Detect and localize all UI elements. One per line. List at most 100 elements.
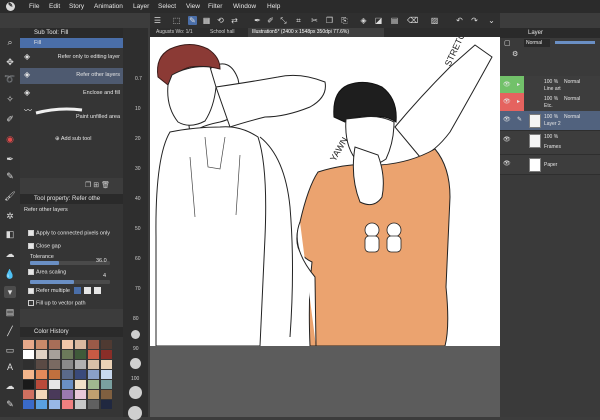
color-swatch[interactable] — [36, 370, 47, 379]
spray-tool-icon[interactable]: ✲ — [4, 210, 16, 222]
undo-icon[interactable]: ↶ — [455, 16, 464, 25]
color-swatch[interactable] — [75, 400, 86, 409]
tab-illustration[interactable]: Illustration5* (2400 x 1548px 350dpi 77.… — [248, 28, 384, 37]
layer-row-layer2[interactable]: 👁 ✎ 100 % Normal Layer 2 — [500, 111, 600, 131]
lasso-tool-icon[interactable]: ➰ — [4, 73, 16, 85]
fill-gradient-icon[interactable]: ▨ — [430, 16, 439, 25]
color-swatch[interactable] — [23, 350, 34, 359]
rotate-icon[interactable]: ⟲ — [216, 16, 225, 25]
paint-bucket-icon[interactable]: ◈ — [359, 16, 368, 25]
tab-school-hall[interactable]: School hall — [206, 28, 246, 37]
sub-tool-refer-other[interactable]: ◈ Refer other layers — [20, 68, 123, 84]
menu-layer[interactable]: Layer — [133, 3, 149, 10]
color-swatch[interactable] — [101, 340, 112, 349]
color-swatch[interactable] — [36, 400, 47, 409]
hamburger-menu-icon[interactable]: ☰ — [153, 16, 162, 25]
color-swatch[interactable] — [23, 390, 34, 399]
delete-subtool-icon[interactable]: 🗑 — [101, 182, 110, 189]
color-swatch[interactable] — [101, 360, 112, 369]
pen-icon[interactable]: ✒ — [253, 16, 262, 25]
chevron-down-icon[interactable]: ⌄ — [487, 16, 496, 25]
tab-augusts[interactable]: Augusts Wo: 1/1 — [152, 28, 204, 37]
area-scaling-checkbox[interactable]: Area scaling — [28, 269, 66, 275]
color-swatch[interactable] — [49, 350, 60, 359]
brush-size-dot[interactable] — [130, 358, 141, 369]
color-swatch[interactable] — [75, 390, 86, 399]
eyedropper-icon[interactable]: ✐ — [266, 16, 275, 25]
color-swatch[interactable] — [23, 370, 34, 379]
color-swatch[interactable] — [49, 400, 60, 409]
color-swatch[interactable] — [88, 370, 99, 379]
brush-size-dot[interactable] — [129, 386, 142, 399]
eye-icon[interactable]: 👁 — [503, 161, 511, 167]
close-gap-checkbox[interactable]: Close gap — [28, 243, 61, 249]
refer-layer-icon[interactable] — [84, 287, 91, 294]
color-swatch[interactable] — [23, 380, 34, 389]
color-swatch[interactable] — [101, 380, 112, 389]
color-swatch[interactable] — [62, 360, 73, 369]
correct-line-tool-icon[interactable]: ✎ — [4, 398, 16, 410]
color-swatch[interactable] — [49, 370, 60, 379]
erase-icon[interactable]: ⌫ — [407, 16, 418, 25]
sub-tool-enclose-fill[interactable]: ◈ Enclose and fill — [20, 86, 123, 102]
color-swatch[interactable] — [23, 340, 34, 349]
wand-tool-icon[interactable]: ✧ — [4, 93, 16, 105]
select-icon[interactable]: ⬚ — [172, 16, 181, 25]
color-swatch[interactable] — [101, 390, 112, 399]
fill-icon[interactable]: ◪ — [374, 16, 383, 25]
color-swatch[interactable] — [36, 340, 47, 349]
color-swatch[interactable] — [23, 360, 34, 369]
crop-icon[interactable]: ⌗ — [294, 16, 303, 25]
pen-mode-icon[interactable]: ✎ — [188, 16, 197, 25]
eraser-tool-icon[interactable]: ◧ — [4, 228, 16, 240]
menu-filter[interactable]: Filter — [208, 3, 222, 10]
color-swatch[interactable] — [36, 360, 47, 369]
color-swatch[interactable] — [49, 390, 60, 399]
fill-vector-checkbox[interactable]: Fill up to vector path — [28, 300, 86, 306]
color-swatch[interactable] — [23, 400, 34, 409]
color-swatch[interactable] — [62, 370, 73, 379]
eye-icon[interactable]: 👁 — [503, 99, 511, 105]
line-tool-icon[interactable]: ╱ — [4, 325, 16, 337]
color-swatch[interactable] — [49, 380, 60, 389]
cut-icon[interactable]: ✂ — [310, 16, 319, 25]
refer-multiple-checkbox[interactable]: Refer multiple — [28, 287, 101, 294]
layer-settings-icon[interactable]: ⚙ — [512, 50, 518, 58]
menu-animation[interactable]: Animation — [94, 3, 123, 10]
sub-tool-refer-editing[interactable]: ◈ Refer only to editing layer — [20, 50, 123, 66]
color-swatch[interactable] — [49, 340, 60, 349]
menu-story[interactable]: Story — [69, 3, 84, 10]
new-subtool-icon[interactable]: ⊞ — [93, 182, 99, 189]
color-swatch[interactable] — [75, 340, 86, 349]
color-swatch[interactable] — [101, 400, 112, 409]
color-swatch[interactable] — [88, 340, 99, 349]
eyedropper-tool-icon[interactable]: ✐ — [4, 113, 16, 125]
sub-tool-group-fill[interactable]: Fill — [20, 38, 123, 48]
menu-select[interactable]: Select — [158, 3, 176, 10]
blend-mode-select[interactable]: Normal — [524, 39, 550, 47]
refer-folder-icon[interactable] — [93, 287, 101, 294]
eye-icon[interactable]: 👁 — [503, 82, 511, 88]
record-icon[interactable]: ◉ — [4, 133, 16, 145]
folder-icon[interactable]: ▸ — [517, 98, 520, 105]
text-tool-icon[interactable]: A — [4, 361, 16, 373]
redo-icon[interactable]: ↷ — [470, 16, 479, 25]
brush-tool-icon[interactable]: 🖌 — [4, 190, 16, 202]
blend-tool-icon[interactable]: ☁ — [4, 248, 16, 260]
menu-view[interactable]: View — [186, 3, 200, 10]
transform-icon[interactable]: ⤡ — [279, 16, 288, 25]
color-swatch[interactable] — [62, 380, 73, 389]
color-swatch[interactable] — [101, 370, 112, 379]
color-swatch[interactable] — [75, 370, 86, 379]
zoom-tool-icon[interactable]: ⌕ — [4, 36, 16, 48]
droplet-tool-icon[interactable]: 💧 — [4, 268, 16, 280]
layer-icon[interactable]: ▤ — [390, 16, 399, 25]
copy-icon[interactable]: ❐ — [325, 16, 334, 25]
color-swatch[interactable] — [62, 400, 73, 409]
color-swatch[interactable] — [62, 350, 73, 359]
pen-tool-icon[interactable]: ✒ — [4, 153, 16, 165]
layer-row-etc[interactable]: 👁 ▸ 100 % Normal Etc. — [500, 93, 600, 113]
refer-all-layers-icon[interactable] — [74, 287, 82, 294]
color-swatch[interactable] — [88, 350, 99, 359]
apply-connected-checkbox[interactable]: Apply to connected pixels only — [28, 230, 110, 236]
